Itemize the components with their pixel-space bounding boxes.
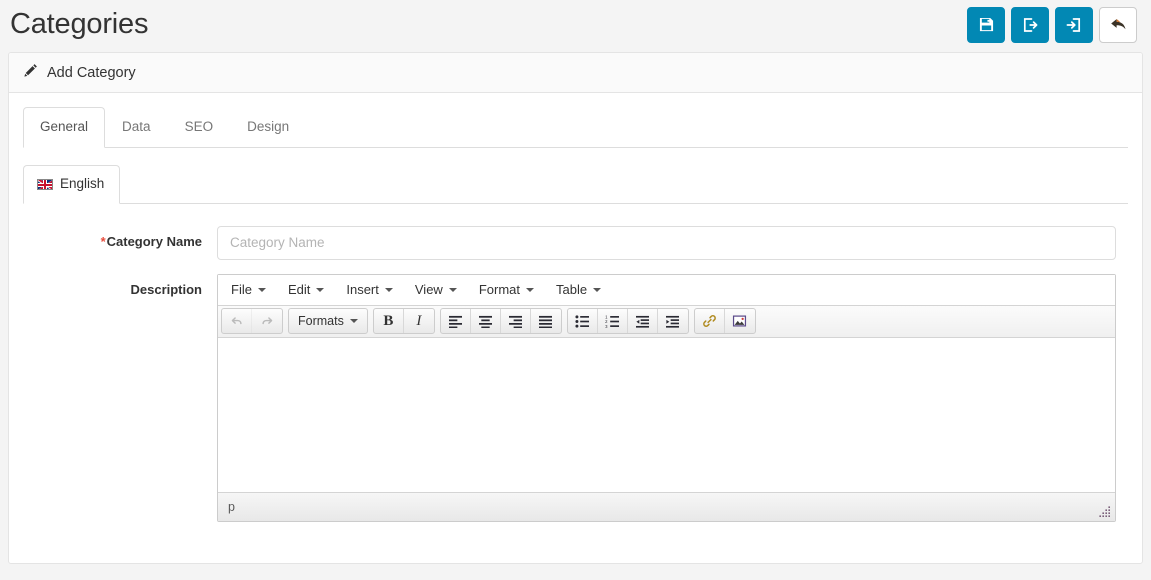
tab-data[interactable]: Data bbox=[105, 107, 168, 148]
indent-icon[interactable] bbox=[658, 309, 688, 333]
tab-language-english-label: English bbox=[60, 175, 105, 191]
save-stay-button[interactable] bbox=[1011, 6, 1049, 43]
category-name-label-text: Category Name bbox=[106, 233, 202, 249]
redo-icon[interactable] bbox=[252, 309, 282, 333]
tab-design-link[interactable]: Design bbox=[230, 107, 306, 148]
description-label: Description bbox=[130, 281, 202, 297]
menu-format[interactable]: Format bbox=[470, 278, 543, 301]
toolbar-group-history bbox=[221, 308, 283, 335]
reply-arrow-icon bbox=[1110, 17, 1127, 32]
link-icon[interactable] bbox=[695, 309, 725, 334]
bold-icon[interactable]: B bbox=[374, 309, 404, 334]
align-right-icon[interactable] bbox=[501, 309, 531, 334]
formats-dropdown[interactable]: Formats bbox=[289, 309, 367, 333]
language-tab-list: English bbox=[23, 164, 1128, 204]
chevron-down-icon bbox=[384, 287, 393, 292]
menu-format-label: Format bbox=[478, 282, 520, 298]
editor-content-area[interactable] bbox=[218, 337, 1115, 492]
required-asterisk: * bbox=[100, 233, 106, 249]
chevron-down-icon bbox=[316, 287, 325, 292]
numbered-list-icon[interactable]: 1 2 3 bbox=[598, 309, 628, 334]
toolbar-group-style: B I bbox=[372, 308, 435, 335]
align-center-icon[interactable] bbox=[471, 309, 501, 334]
description-rich-text-editor: File Edit Insert View Format Table Forma… bbox=[217, 273, 1116, 522]
menu-view-label: View bbox=[414, 282, 443, 298]
tab-language-english-link[interactable]: English bbox=[23, 164, 121, 204]
menu-insert[interactable]: Insert bbox=[337, 278, 402, 301]
sign-out-icon bbox=[1022, 17, 1038, 33]
tab-seo-link[interactable]: SEO bbox=[168, 107, 231, 148]
menu-edit-label: Edit bbox=[287, 282, 311, 298]
page-title: Categories bbox=[10, 8, 149, 40]
floppy-disk-icon bbox=[979, 17, 994, 32]
menu-file-label: File bbox=[231, 282, 252, 298]
menu-insert-label: Insert bbox=[346, 282, 379, 298]
menu-edit[interactable]: Edit bbox=[279, 278, 333, 301]
add-category-panel: Add Category General Data SEO Design Eng… bbox=[8, 52, 1143, 564]
chevron-down-icon bbox=[526, 287, 534, 292]
align-left-icon[interactable] bbox=[441, 309, 471, 334]
resize-grip-icon[interactable] bbox=[1099, 505, 1112, 518]
sign-in-icon bbox=[1066, 17, 1082, 33]
menu-view[interactable]: View bbox=[406, 278, 466, 301]
svg-text:3: 3 bbox=[605, 324, 608, 328]
tab-seo[interactable]: SEO bbox=[168, 107, 231, 148]
chevron-down-icon bbox=[257, 287, 266, 292]
panel-heading-title: Add Category bbox=[47, 64, 136, 81]
category-form: *Category Name Description File bbox=[23, 204, 1128, 522]
undo-icon[interactable] bbox=[222, 309, 252, 334]
tab-general[interactable]: General bbox=[23, 107, 106, 148]
menu-table[interactable]: Table bbox=[547, 278, 610, 301]
panel-body: General Data SEO Design English *Categor… bbox=[9, 93, 1142, 522]
chevron-down-icon bbox=[349, 319, 358, 324]
formats-dropdown-label: Formats bbox=[298, 314, 344, 329]
toolbar-group-insert bbox=[693, 308, 756, 335]
form-row-description: Description File Edit Insert View Format… bbox=[23, 273, 1128, 522]
tab-data-link[interactable]: Data bbox=[105, 107, 168, 148]
category-name-input[interactable] bbox=[217, 225, 1116, 260]
description-field-wrap: File Edit Insert View Format Table Forma… bbox=[217, 273, 1128, 522]
align-justify-icon[interactable] bbox=[531, 309, 561, 333]
editor-statusbar: p bbox=[218, 491, 1115, 521]
outdent-icon[interactable] bbox=[628, 309, 658, 334]
uk-flag-icon bbox=[37, 178, 53, 190]
pencil-icon bbox=[23, 63, 38, 83]
bullet-list-icon[interactable] bbox=[568, 309, 598, 334]
panel-heading: Add Category bbox=[9, 53, 1142, 93]
chevron-down-icon bbox=[448, 287, 457, 292]
menu-file[interactable]: File bbox=[222, 278, 275, 301]
save-button[interactable] bbox=[967, 6, 1005, 43]
page-header: Categories bbox=[0, 0, 1151, 49]
toolbar-group-lists: 1 2 3 bbox=[566, 308, 689, 335]
header-button-group bbox=[967, 6, 1137, 43]
main-tab-list: General Data SEO Design bbox=[23, 107, 1128, 148]
italic-icon[interactable]: I bbox=[404, 309, 434, 333]
toolbar-group-align bbox=[439, 308, 562, 335]
category-name-label: *Category Name bbox=[23, 226, 217, 260]
menu-table-label: Table bbox=[556, 282, 588, 298]
image-icon[interactable] bbox=[725, 309, 755, 333]
tab-general-link[interactable]: General bbox=[23, 107, 106, 148]
form-row-category-name: *Category Name bbox=[23, 225, 1128, 260]
chevron-down-icon bbox=[593, 287, 602, 292]
category-name-field-wrap bbox=[217, 225, 1128, 260]
tab-language-english[interactable]: English bbox=[23, 164, 121, 204]
editor-menubar: File Edit Insert View Format Table bbox=[218, 274, 1115, 306]
editor-element-path[interactable]: p bbox=[228, 500, 235, 514]
editor-toolbar: Formats B I 1 2 3 bbox=[218, 305, 1115, 338]
back-button[interactable] bbox=[1099, 6, 1137, 43]
save-new-button[interactable] bbox=[1055, 6, 1093, 43]
toolbar-group-formats: Formats bbox=[288, 308, 368, 335]
tab-design[interactable]: Design bbox=[230, 107, 306, 148]
